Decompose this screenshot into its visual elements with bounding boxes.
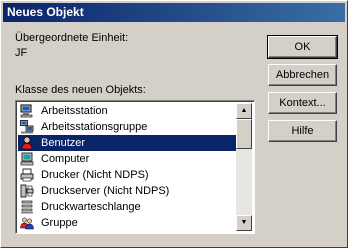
workstation-icon xyxy=(20,104,33,118)
cancel-button-label: Abbrechen xyxy=(275,69,330,81)
class-list-label: Klasse des neuen Objekts: xyxy=(15,84,146,96)
list-scrollbar[interactable]: ▲ ▼ xyxy=(236,103,252,231)
parent-unit-value: JF xyxy=(15,47,28,59)
print-queue-icon xyxy=(21,200,33,214)
list-item-drucker[interactable]: Drucker (Nicht NDPS) xyxy=(18,167,236,183)
printer-icon xyxy=(20,168,34,182)
ok-button[interactable]: OK xyxy=(267,35,338,59)
print-server-icon xyxy=(20,184,34,198)
list-item-gruppe[interactable]: Gruppe xyxy=(18,215,236,231)
list-item-druckwarteschlange[interactable]: Druckwarteschlange xyxy=(18,199,236,215)
list-item-computer[interactable]: Computer xyxy=(18,151,236,167)
scroll-thumb[interactable] xyxy=(236,119,252,149)
dialog-title: Neues Objekt xyxy=(3,3,345,22)
class-listbox[interactable]: Arbeitsstation Arbeitsstationsgruppe Ben… xyxy=(15,100,255,234)
user-icon xyxy=(21,136,33,150)
help-button[interactable]: Hilfe xyxy=(268,120,337,142)
list-item-label: Druckserver (Nicht NDPS) xyxy=(41,185,170,197)
list-item-label: Arbeitsstationsgruppe xyxy=(41,121,148,133)
list-item-arbeitsstationsgruppe[interactable]: Arbeitsstationsgruppe xyxy=(18,119,236,135)
help-button-label: Hilfe xyxy=(291,125,314,137)
list-item-label: Gruppe xyxy=(41,217,78,229)
list-item-label: Benutzer xyxy=(41,137,86,149)
list-item-label: Computer xyxy=(41,153,90,165)
new-object-dialog: Neues Objekt Übergeordnete Einheit: JF K… xyxy=(0,0,348,248)
list-item-druckserver[interactable]: Druckserver (Nicht NDPS) xyxy=(18,183,236,199)
computer-icon xyxy=(20,152,34,166)
list-item-arbeitsstation[interactable]: Arbeitsstation xyxy=(18,103,236,119)
cancel-button[interactable]: Abbrechen xyxy=(268,64,337,86)
context-button[interactable]: Kontext... xyxy=(268,92,337,114)
workstation-group-icon xyxy=(20,120,34,134)
list-item-label: Drucker (Nicht NDPS) xyxy=(41,169,149,181)
class-list-items: Arbeitsstation Arbeitsstationsgruppe Ben… xyxy=(18,103,236,231)
list-item-benutzer[interactable]: Benutzer xyxy=(18,135,236,151)
scroll-up-button[interactable]: ▲ xyxy=(236,103,252,119)
group-icon xyxy=(20,217,34,230)
list-item-label: Arbeitsstation xyxy=(41,105,108,117)
parent-unit-label: Übergeordnete Einheit: xyxy=(15,32,129,44)
list-item-label: Druckwarteschlange xyxy=(41,201,141,213)
ok-button-label: OK xyxy=(294,41,311,53)
context-button-label: Kontext... xyxy=(279,97,326,109)
scroll-down-button[interactable]: ▼ xyxy=(236,215,252,231)
